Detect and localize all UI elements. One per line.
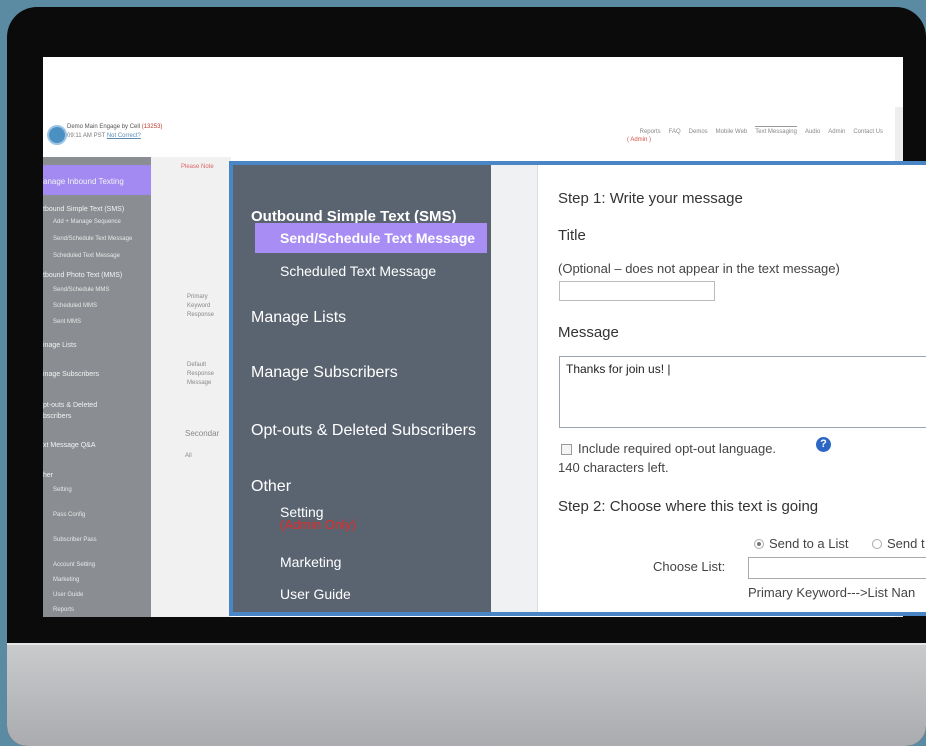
default-label-3: Message	[187, 380, 212, 386]
bg-sidebar-item[interactable]: Scheduled MMS	[53, 303, 97, 309]
background-content: Please Note Primary Keyword Response Def…	[151, 157, 231, 617]
send-to-list-radio[interactable]	[754, 539, 764, 549]
nav-marketing[interactable]: Marketing	[280, 554, 341, 570]
zoom-overlay: Outbound Simple Text (SMS) Send/Schedule…	[229, 161, 926, 616]
nav-mobile-web[interactable]: Mobile Web	[716, 129, 748, 135]
bg-sidebar-item[interactable]: pt-outs & Deleted	[43, 402, 97, 409]
admin-only-label: (Admin Only)	[280, 517, 356, 532]
bg-sidebar-item[interactable]: Scheduled Text Message	[53, 253, 120, 259]
bg-sidebar-item[interactable]: tbound Photo Text (MMS)	[43, 272, 122, 279]
nav-manage-subscribers[interactable]: Manage Subscribers	[251, 364, 398, 382]
bg-sidebar-item[interactable]: Marketing	[53, 577, 79, 583]
app-header: Demo Main Engage by Cell (13253) 09:11 A…	[43, 57, 903, 157]
title-hint: (Optional – does not appear in the text …	[558, 261, 840, 276]
bg-sidebar-item[interactable]: Send/Schedule Text Message	[53, 236, 132, 242]
bg-sidebar-item[interactable]: Pass Config	[53, 512, 85, 518]
nav-reports[interactable]: Reports	[640, 129, 661, 135]
background-sidebar: anage Inbound Texting tbound Simple Text…	[43, 157, 151, 617]
bg-sidebar-item[interactable]: her	[43, 472, 53, 479]
admin-tag: ( Admin )	[626, 137, 651, 143]
secondary-label: Secondar	[185, 429, 220, 438]
choose-list-select[interactable]	[748, 557, 926, 579]
nav-faq[interactable]: FAQ	[669, 129, 681, 135]
notice-text: Please Note	[181, 164, 214, 170]
all-label: All	[185, 453, 192, 459]
monitor-chin-edge	[7, 643, 926, 645]
account-name: Demo Main Engage by Cell (13253)	[67, 124, 163, 130]
bg-sidebar-item[interactable]: bscribers	[43, 413, 71, 420]
optout-checkbox[interactable]	[561, 444, 572, 455]
monitor-frame: Demo Main Engage by Cell (13253) 09:11 A…	[7, 7, 926, 746]
account-time: 09:11 AM PST Not Correct?	[67, 133, 141, 139]
nav-optouts[interactable]: Opt-outs & Deleted Subscribers	[251, 422, 476, 440]
not-correct-link[interactable]: Not Correct?	[107, 133, 141, 139]
popup-sidebar: Outbound Simple Text (SMS) Send/Schedule…	[233, 165, 491, 612]
bg-sidebar-item[interactable]: Send/Schedule MMS	[53, 287, 109, 293]
top-nav: Reports FAQ Demos Mobile Web Text Messaging A…	[632, 126, 883, 135]
nav-manage-lists[interactable]: Manage Lists	[251, 309, 346, 327]
bg-sidebar-item[interactable]: Subscriber Pass	[53, 537, 97, 543]
nav-text-messaging[interactable]: Text Messaging	[755, 126, 797, 135]
bg-sidebar-item[interactable]: inage Lists	[43, 342, 76, 349]
nav-admin[interactable]: Admin	[828, 129, 845, 135]
nav-audio[interactable]: Audio	[805, 129, 820, 135]
popup-gutter	[491, 165, 538, 612]
bg-sidebar-item[interactable]: Reports	[53, 607, 74, 613]
nav-send-schedule-text[interactable]: Send/Schedule Text Message	[280, 230, 475, 246]
step1-heading: Step 1: Write your message	[558, 190, 743, 207]
bg-sidebar-item[interactable]: anage Inbound Texting	[43, 177, 124, 186]
list-hint: Primary Keyword--->List Nan	[748, 585, 916, 600]
bg-sidebar-item[interactable]: Add + Manage Sequence	[53, 219, 121, 225]
bg-sidebar-item[interactable]: Setting	[53, 487, 72, 493]
message-label: Message	[558, 324, 619, 341]
nav-demos[interactable]: Demos	[689, 129, 708, 135]
nav-user-guide[interactable]: User Guide	[280, 586, 351, 602]
nav-scheduled-text[interactable]: Scheduled Text Message	[280, 263, 436, 279]
bg-sidebar-item[interactable]: tbound Simple Text (SMS)	[43, 206, 124, 213]
message-textarea[interactable]: Thanks for join us! |	[559, 356, 926, 428]
chars-left: 140 characters left.	[558, 460, 669, 475]
bg-sidebar-item[interactable]: Account Setting	[53, 562, 95, 568]
bg-sidebar-item[interactable]: User Guide	[53, 592, 83, 598]
primary-label-3: Response	[187, 312, 215, 318]
send-to-other-label: Send t	[887, 536, 925, 551]
default-label-2: Response	[187, 371, 215, 377]
monitor-chin	[7, 643, 926, 746]
choose-list-label: Choose List:	[653, 559, 726, 574]
nav-contact-us[interactable]: Contact Us	[853, 129, 883, 135]
bg-sidebar-item[interactable]: Sent MMS	[53, 319, 81, 325]
send-to-list-label: Send to a List	[769, 536, 849, 551]
nav-other: Other	[251, 478, 292, 495]
title-label: Title	[558, 227, 586, 244]
message-form: Step 1: Write your message Title (Option…	[538, 165, 926, 612]
primary-label-1: Primary	[187, 294, 208, 300]
bg-sidebar-item[interactable]: xt Message Q&A	[43, 442, 96, 449]
step2-heading: Step 2: Choose where this text is going	[558, 498, 819, 515]
brand-logo-icon	[47, 125, 67, 145]
help-icon[interactable]: ?	[816, 437, 831, 452]
send-to-other-radio[interactable]	[872, 539, 882, 549]
bg-sidebar-item[interactable]: inage Subscribers	[43, 371, 99, 378]
optout-label: Include required opt-out language.	[578, 441, 777, 456]
primary-label-2: Keyword	[187, 303, 211, 309]
title-input[interactable]	[559, 281, 715, 301]
default-label-1: Default	[187, 362, 207, 368]
